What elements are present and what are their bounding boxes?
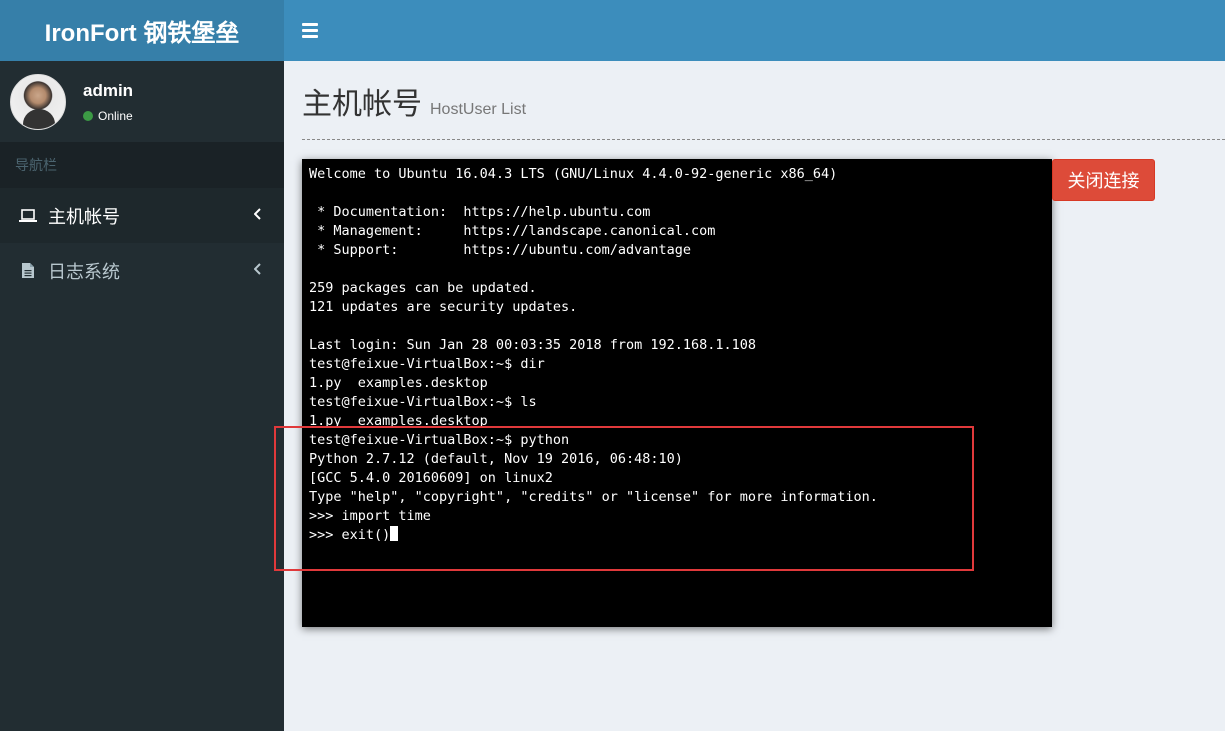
terminal-line: 1.py examples.desktop <box>309 375 488 391</box>
terminal-line: 259 packages can be updated. <box>309 280 537 296</box>
top-navbar <box>284 0 1225 61</box>
terminal-line: Last login: Sun Jan 28 00:03:35 2018 fro… <box>309 337 757 353</box>
terminal-line: 121 updates are security updates. <box>309 299 578 315</box>
user-status: Online <box>83 109 133 123</box>
user-status-label: Online <box>98 108 133 123</box>
laptop-icon <box>18 208 38 223</box>
terminal-line: Welcome to Ubuntu 16.04.3 LTS (GNU/Linux… <box>309 166 838 182</box>
sidebar-item-label: 日志系统 <box>48 261 120 282</box>
page-title: 主机帐号 <box>302 88 422 121</box>
menu-toggle-icon[interactable] <box>302 23 318 38</box>
app-logo[interactable]: IronFort 钢铁堡垒 <box>0 0 284 61</box>
close-connection-button[interactable]: 关闭连接 <box>1052 159 1155 201</box>
chevron-left-icon <box>253 262 262 280</box>
terminal-line: * Support: https://ubuntu.com/advantage <box>309 242 692 258</box>
terminal-line: test@feixue-VirtualBox:~$ dir <box>309 356 545 372</box>
nav-header: 导航栏 <box>0 142 284 188</box>
terminal-line: test@feixue-VirtualBox:~$ ls <box>309 394 537 410</box>
file-text-icon <box>18 262 38 279</box>
terminal-line: * Documentation: https://help.ubuntu.com <box>309 204 651 220</box>
sidebar-item-host-accounts[interactable]: 主机帐号 <box>0 188 284 243</box>
user-name: admin <box>83 80 134 100</box>
sidebar-item-label: 主机帐号 <box>48 206 120 227</box>
sidebar: IronFort 钢铁堡垒 admin Online 导航栏 主机帐号 日志系统 <box>0 0 284 731</box>
annotation-highlight-box <box>274 426 974 571</box>
terminal-line: * Management: https://landscape.canonica… <box>309 223 716 239</box>
main-content: 主机帐号 HostUser List Welcome to Ubuntu 16.… <box>284 61 1225 731</box>
user-avatar <box>10 73 66 130</box>
page-subtitle: HostUser List <box>430 101 527 118</box>
page-header: 主机帐号 HostUser List <box>302 79 526 123</box>
user-info: admin Online <box>83 81 133 123</box>
chevron-left-icon <box>253 207 262 225</box>
sidebar-item-log-system[interactable]: 日志系统 <box>0 243 284 298</box>
user-panel: admin Online <box>0 61 284 142</box>
online-status-icon <box>83 110 93 121</box>
header-divider <box>302 139 1225 140</box>
